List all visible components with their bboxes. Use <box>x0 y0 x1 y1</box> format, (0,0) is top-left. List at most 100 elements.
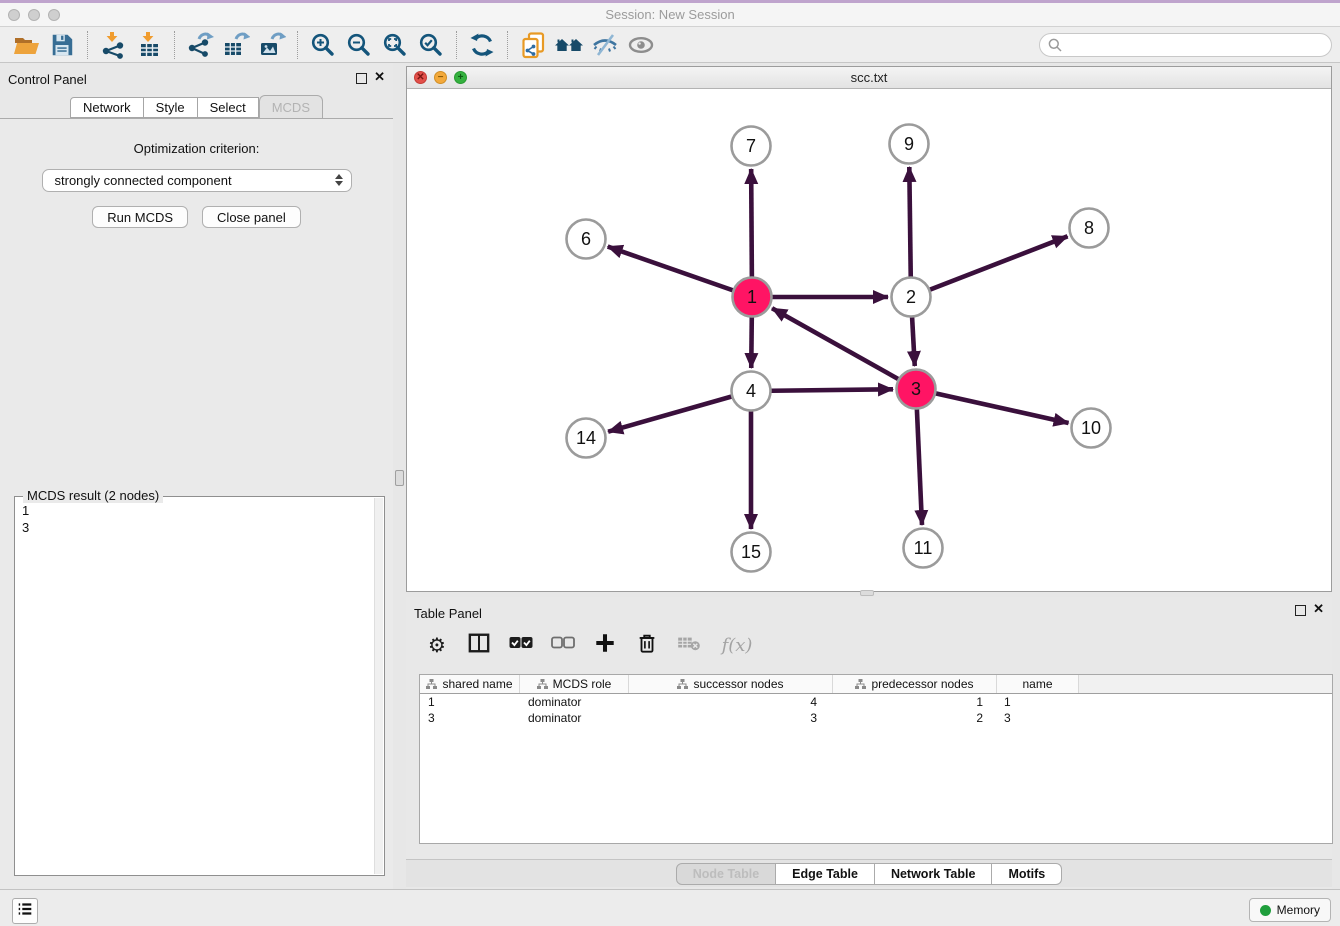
add-row-button[interactable] <box>592 632 618 658</box>
network-canvas[interactable]: 7968124314101511 <box>407 89 1331 591</box>
table-toolbar: ⚙ f(x) <box>424 623 756 667</box>
column-header-successor-nodes[interactable]: successor nodes <box>629 675 833 693</box>
cell-mcds-role[interactable]: dominator <box>520 710 629 726</box>
column-header-name[interactable]: name <box>997 675 1079 693</box>
graph-edge-1-6[interactable] <box>608 247 752 297</box>
graph-node-label-7: 7 <box>746 136 756 156</box>
trash-icon <box>636 632 658 659</box>
table-panel-close-button[interactable]: ✕ <box>1313 602 1324 615</box>
task-history-button[interactable] <box>12 898 38 924</box>
window-titlebar: Session: New Session <box>0 3 1340 27</box>
hide-selected-button[interactable] <box>587 29 623 61</box>
cell-predecessor-nodes[interactable]: 1 <box>833 694 997 710</box>
cell-predecessor-nodes[interactable]: 2 <box>833 710 997 726</box>
run-mcds-button[interactable]: Run MCDS <box>92 206 188 228</box>
graph-edge-3-10[interactable] <box>916 389 1069 423</box>
optimization-criterion-label: Optimization criterion: <box>0 141 393 156</box>
import-network-icon <box>99 31 127 59</box>
apply-layout-button[interactable] <box>464 29 500 61</box>
table-row[interactable]: 3 dominator 3 2 3 <box>420 710 1332 726</box>
memory-button[interactable]: Memory <box>1249 898 1331 922</box>
graph-node-label-2: 2 <box>906 287 916 307</box>
horizontal-splitter-handle[interactable] <box>860 590 874 596</box>
export-network-button[interactable] <box>182 29 218 61</box>
cell-name[interactable]: 3 <box>997 710 1079 726</box>
cell-shared-name[interactable]: 1 <box>420 694 520 710</box>
graph-edge-2-8[interactable] <box>911 236 1068 297</box>
open-file-button[interactable] <box>8 29 44 61</box>
control-panel: Control Panel ✕ Network Style Select MCD… <box>0 63 393 889</box>
refresh-layout-icon <box>469 32 495 58</box>
tab-node-table[interactable]: Node Table <box>676 863 776 885</box>
first-neighbors-button[interactable] <box>551 29 587 61</box>
export-table-button[interactable] <box>218 29 254 61</box>
status-bar: Memory <box>0 889 1340 926</box>
tab-mcds[interactable]: MCDS <box>259 95 323 118</box>
cell-name[interactable]: 1 <box>997 694 1079 710</box>
select-all-button[interactable] <box>508 632 534 658</box>
control-panel-close-button[interactable]: ✕ <box>374 70 385 83</box>
graph-edge-4-14[interactable] <box>608 391 751 432</box>
list-icon <box>16 900 34 923</box>
column-header-mcds-role[interactable]: MCDS role <box>520 675 629 693</box>
tab-network[interactable]: Network <box>70 97 144 118</box>
delete-row-button[interactable] <box>634 632 660 658</box>
cell-successor-nodes[interactable]: 3 <box>629 710 833 726</box>
save-session-button[interactable] <box>44 29 80 61</box>
table-panel: Table Panel ✕ ⚙ f( <box>406 597 1332 889</box>
import-table-button[interactable] <box>131 29 167 61</box>
clone-network-button[interactable] <box>515 29 551 61</box>
tab-network-table[interactable]: Network Table <box>875 863 993 885</box>
table-row[interactable]: 1 dominator 4 1 1 <box>420 694 1332 710</box>
tab-style[interactable]: Style <box>144 97 198 118</box>
tab-motifs[interactable]: Motifs <box>992 863 1062 885</box>
vertical-splitter-handle[interactable] <box>395 470 404 486</box>
zoom-in-button[interactable] <box>305 29 341 61</box>
function-builder-button[interactable]: f(x) <box>718 632 756 658</box>
zoom-in-icon <box>310 32 336 58</box>
graph-node-label-6: 6 <box>581 229 591 249</box>
fit-content-button[interactable] <box>377 29 413 61</box>
export-image-button[interactable] <box>254 29 290 61</box>
show-all-button[interactable] <box>623 29 659 61</box>
criterion-select[interactable]: strongly connected component <box>42 169 352 192</box>
control-panel-header: Control Panel ✕ <box>0 63 393 95</box>
network-window-titlebar[interactable]: ✕ − + scc.txt <box>407 67 1331 89</box>
import-network-button[interactable] <box>95 29 131 61</box>
cell-shared-name[interactable]: 3 <box>420 710 520 726</box>
mcds-result-line: 3 <box>22 519 367 536</box>
mcds-result-list[interactable]: 1 3 <box>16 498 373 874</box>
mcds-result-line: 1 <box>22 502 367 519</box>
tab-edge-table[interactable]: Edge Table <box>776 863 875 885</box>
column-header-shared-name[interactable]: shared name <box>420 675 520 693</box>
search-input[interactable] <box>1039 33 1332 57</box>
graph-edge-3-1[interactable] <box>772 308 916 389</box>
result-scrollbar[interactable] <box>374 498 383 874</box>
memory-label: Memory <box>1277 903 1320 917</box>
graph-node-label-9: 9 <box>904 134 914 154</box>
column-layout-button[interactable] <box>466 632 492 658</box>
graph-node-label-11: 11 <box>914 538 933 558</box>
graph-edge-4-3[interactable] <box>751 389 893 391</box>
window-title: Session: New Session <box>0 7 1340 22</box>
checked-boxes-icon <box>509 636 533 654</box>
deselect-all-button[interactable] <box>550 632 576 658</box>
control-panel-float-button[interactable] <box>356 73 367 84</box>
gear-icon: ⚙ <box>428 635 446 655</box>
cell-mcds-role[interactable]: dominator <box>520 694 629 710</box>
table-panel-float-button[interactable] <box>1295 605 1306 616</box>
cell-successor-nodes[interactable]: 4 <box>629 694 833 710</box>
table-settings-button[interactable]: ⚙ <box>424 632 450 658</box>
attribute-icon <box>426 679 437 690</box>
close-panel-button[interactable]: Close panel <box>202 206 301 228</box>
column-header-predecessor-nodes[interactable]: predecessor nodes <box>833 675 997 693</box>
zoom-out-button[interactable] <box>341 29 377 61</box>
clone-network-icon <box>519 31 547 59</box>
columns-icon <box>468 632 490 659</box>
zoom-selected-button[interactable] <box>413 29 449 61</box>
delete-table-button[interactable] <box>676 632 702 658</box>
graph-node-label-3: 3 <box>911 379 921 399</box>
tab-select[interactable]: Select <box>198 97 259 118</box>
attribute-icon <box>677 679 688 690</box>
criterion-selected-value: strongly connected component <box>55 173 232 188</box>
